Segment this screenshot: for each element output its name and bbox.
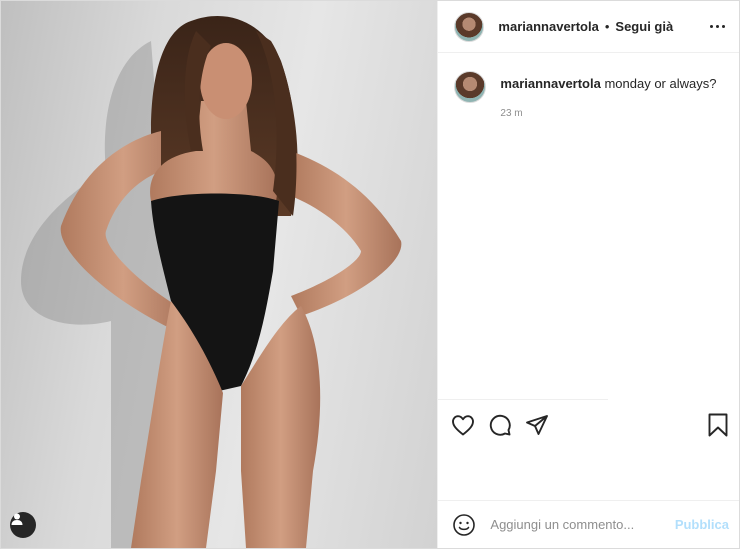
user-tag-glyph (11, 513, 23, 525)
header-username[interactable]: mariannavertola (498, 19, 598, 34)
more-dot (716, 25, 719, 28)
caption-text: monday or always? (604, 76, 717, 91)
header-separator: • (604, 19, 610, 34)
share-glyph (526, 415, 549, 435)
action-bar (438, 406, 739, 444)
bookmark-icon[interactable] (705, 412, 731, 438)
caption-avatar[interactable] (454, 71, 487, 103)
caption-username[interactable]: mariannavertola (500, 76, 600, 91)
follow-status-button[interactable]: Segui già (615, 19, 673, 34)
bookmark-glyph (708, 413, 728, 437)
caption-text-line: mariannavertola monday or always? (500, 75, 716, 92)
comment-icon[interactable] (487, 412, 513, 438)
heart-icon[interactable] (450, 412, 476, 438)
more-dot (710, 25, 713, 28)
more-dot (722, 25, 725, 28)
user-tag-icon[interactable] (10, 512, 36, 538)
publish-button[interactable]: Pubblica (675, 517, 729, 532)
comment-input[interactable] (488, 516, 675, 533)
emoji-glyph (453, 513, 476, 536)
post-side-panel: mariannavertola • Segui già mariannavert… (437, 1, 739, 548)
comments-area: mariannavertola monday or always? 23 m (438, 53, 739, 548)
caption-timestamp[interactable]: 23 m (500, 108, 716, 119)
share-icon[interactable] (524, 412, 550, 438)
avatar[interactable] (454, 11, 485, 42)
post-photo[interactable] (1, 1, 438, 548)
post-dialog: mariannavertola • Segui già mariannavert… (0, 0, 740, 549)
post-header: mariannavertola • Segui già (438, 1, 739, 53)
more-options-icon[interactable] (710, 25, 725, 28)
photo-illustration (21, 15, 402, 548)
caption-body: mariannavertola monday or always? 23 m (500, 71, 716, 119)
actions-divider (438, 399, 609, 400)
comment-glyph (490, 414, 512, 436)
comment-composer: Pubblica (438, 500, 739, 548)
emoji-icon[interactable] (452, 513, 476, 537)
caption: mariannavertola monday or always? 23 m (454, 71, 723, 119)
heart-glyph (452, 415, 475, 436)
